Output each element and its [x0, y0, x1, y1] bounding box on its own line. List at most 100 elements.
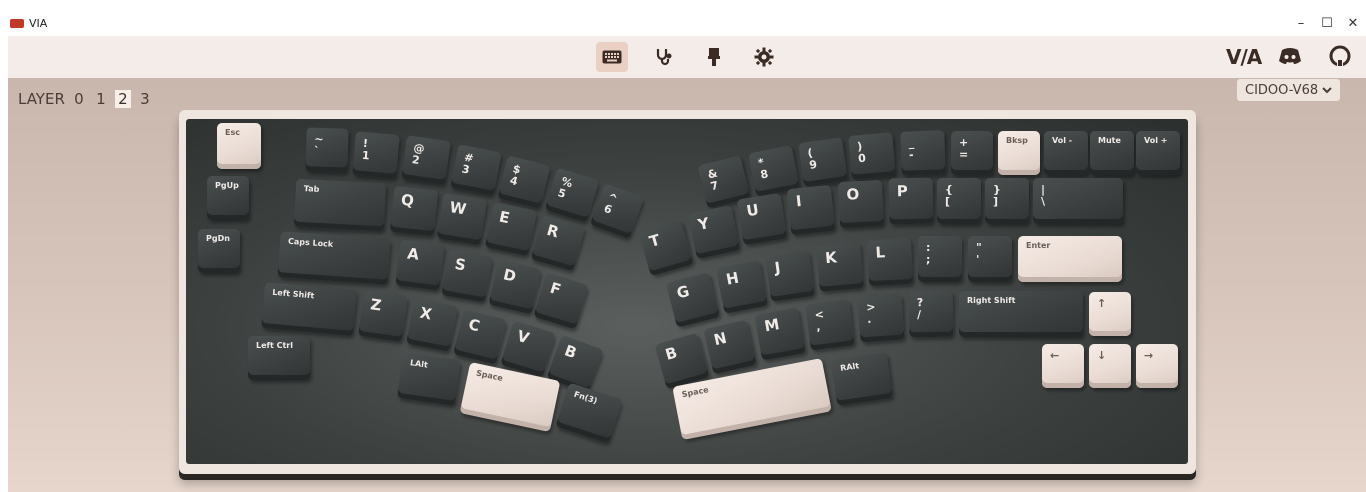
- key-i[interactable]: I: [786, 184, 836, 236]
- key-esc[interactable]: Esc: [217, 123, 261, 169]
- key-label: Caps Lock: [287, 236, 334, 249]
- key-label: | \: [1041, 183, 1046, 208]
- key-label: PgDn: [206, 234, 230, 243]
- key-equal[interactable]: + =: [951, 131, 993, 175]
- key-label: E: [497, 207, 512, 228]
- layer-2-button[interactable]: 2: [114, 90, 131, 108]
- layer-0-button[interactable]: 0: [71, 90, 87, 108]
- key-k[interactable]: K: [816, 242, 864, 292]
- via-app-icon: [10, 18, 24, 28]
- key-label: D: [501, 265, 518, 286]
- key-volup[interactable]: Vol +: [1136, 131, 1180, 175]
- key-down[interactable]: ↓: [1089, 344, 1131, 388]
- key-k9[interactable]: ( 9: [798, 137, 848, 187]
- stethoscope-icon: [656, 49, 672, 66]
- key-lctrl[interactable]: Left Ctrl: [248, 336, 310, 380]
- paintbrush-icon: [708, 48, 720, 66]
- key-label: T: [647, 230, 663, 251]
- key-pgdn[interactable]: PgDn: [198, 229, 240, 273]
- key-w[interactable]: W: [436, 192, 488, 246]
- key-label: Tab: [303, 184, 320, 194]
- key-p[interactable]: P: [888, 177, 934, 225]
- layer-3-button[interactable]: 3: [137, 90, 153, 108]
- key-label: A: [406, 244, 420, 264]
- key-label: Space: [681, 385, 710, 400]
- github-icon[interactable]: [1329, 45, 1351, 71]
- key-label: →: [1144, 349, 1154, 362]
- key-j[interactable]: J: [765, 250, 815, 302]
- key-right[interactable]: →: [1136, 344, 1178, 388]
- key-a[interactable]: A: [395, 239, 445, 291]
- chevron-down-icon: [1322, 87, 1332, 94]
- key-quote[interactable]: " ': [968, 236, 1012, 282]
- key-label: Vol -: [1052, 136, 1073, 145]
- device-select[interactable]: CIDOO-V68: [1237, 79, 1341, 101]
- key-h[interactable]: H: [716, 260, 768, 314]
- key-label: Bksp: [1006, 136, 1028, 145]
- key-rbracket[interactable]: } ]: [985, 178, 1029, 224]
- key-label: K: [824, 248, 838, 268]
- tab-settings[interactable]: [748, 42, 780, 72]
- key-up[interactable]: ↑: [1089, 292, 1131, 336]
- via-logo[interactable]: V/A: [1226, 45, 1262, 69]
- discord-icon[interactable]: [1278, 47, 1302, 69]
- key-tab[interactable]: Tab: [293, 178, 387, 232]
- key-caps[interactable]: Caps Lock: [277, 231, 391, 285]
- key-semicolon[interactable]: : ;: [918, 236, 962, 282]
- key-bksp[interactable]: Bksp: [998, 131, 1040, 175]
- key-l[interactable]: L: [866, 237, 914, 287]
- key-label: N: [712, 328, 729, 350]
- key-label: O: [846, 185, 860, 204]
- key-label: S: [453, 254, 468, 275]
- key-pgup[interactable]: PgUp: [207, 176, 249, 220]
- key-k3[interactable]: # 3: [450, 144, 502, 196]
- key-label: J: [773, 258, 782, 277]
- key-lbracket[interactable]: { [: [937, 178, 981, 224]
- key-label: G: [674, 281, 692, 303]
- key-label: Fn(3): [572, 389, 599, 406]
- key-z[interactable]: Z: [358, 290, 408, 342]
- layer-1-button[interactable]: 1: [93, 90, 109, 108]
- key-slash[interactable]: ? /: [908, 290, 954, 338]
- key-comma[interactable]: < ,: [805, 299, 855, 351]
- tab-configure[interactable]: [596, 42, 628, 72]
- key-ralt[interactable]: RAlt: [831, 352, 893, 406]
- key-grave[interactable]: ~ `: [305, 127, 349, 173]
- key-label: Left Ctrl: [256, 341, 293, 350]
- key-e[interactable]: E: [484, 201, 538, 257]
- key-u[interactable]: U: [736, 192, 788, 246]
- close-button[interactable]: ✕: [1336, 10, 1366, 36]
- key-label: R: [544, 220, 561, 242]
- key-label: M: [762, 315, 781, 336]
- key-o[interactable]: O: [837, 179, 885, 229]
- key-label: U: [745, 200, 761, 221]
- key-left[interactable]: ←: [1042, 344, 1084, 388]
- key-k0[interactable]: ) 0: [848, 132, 896, 180]
- key-x[interactable]: X: [406, 298, 458, 352]
- key-s[interactable]: S: [441, 249, 493, 303]
- key-backslash[interactable]: | \: [1033, 178, 1123, 224]
- key-q[interactable]: Q: [389, 185, 439, 237]
- key-k1[interactable]: ! 1: [352, 131, 400, 179]
- key-label: PgUp: [215, 181, 239, 190]
- key-mute[interactable]: Mute: [1090, 131, 1134, 175]
- key-label: C: [466, 315, 482, 336]
- key-period[interactable]: > .: [857, 293, 905, 343]
- tab-test[interactable]: [648, 42, 680, 72]
- key-label: @ 2: [411, 141, 426, 167]
- key-label: P: [896, 182, 908, 201]
- key-m[interactable]: M: [754, 307, 806, 361]
- key-rshift[interactable]: Right Shift: [959, 291, 1083, 337]
- key-lalt[interactable]: LAlt: [397, 352, 461, 406]
- key-label: ( 9: [806, 146, 818, 172]
- key-label: $ 4: [508, 162, 522, 188]
- key-minus[interactable]: _ -: [900, 130, 946, 176]
- key-label: # 3: [460, 150, 475, 177]
- tab-design[interactable]: [698, 42, 730, 72]
- key-enter[interactable]: Enter: [1018, 236, 1122, 282]
- key-label: B: [663, 343, 680, 364]
- key-k2[interactable]: @ 2: [401, 135, 451, 185]
- key-y[interactable]: Y: [687, 204, 741, 260]
- key-lshift[interactable]: Left Shift: [261, 282, 357, 336]
- key-voldown[interactable]: Vol -: [1044, 131, 1088, 175]
